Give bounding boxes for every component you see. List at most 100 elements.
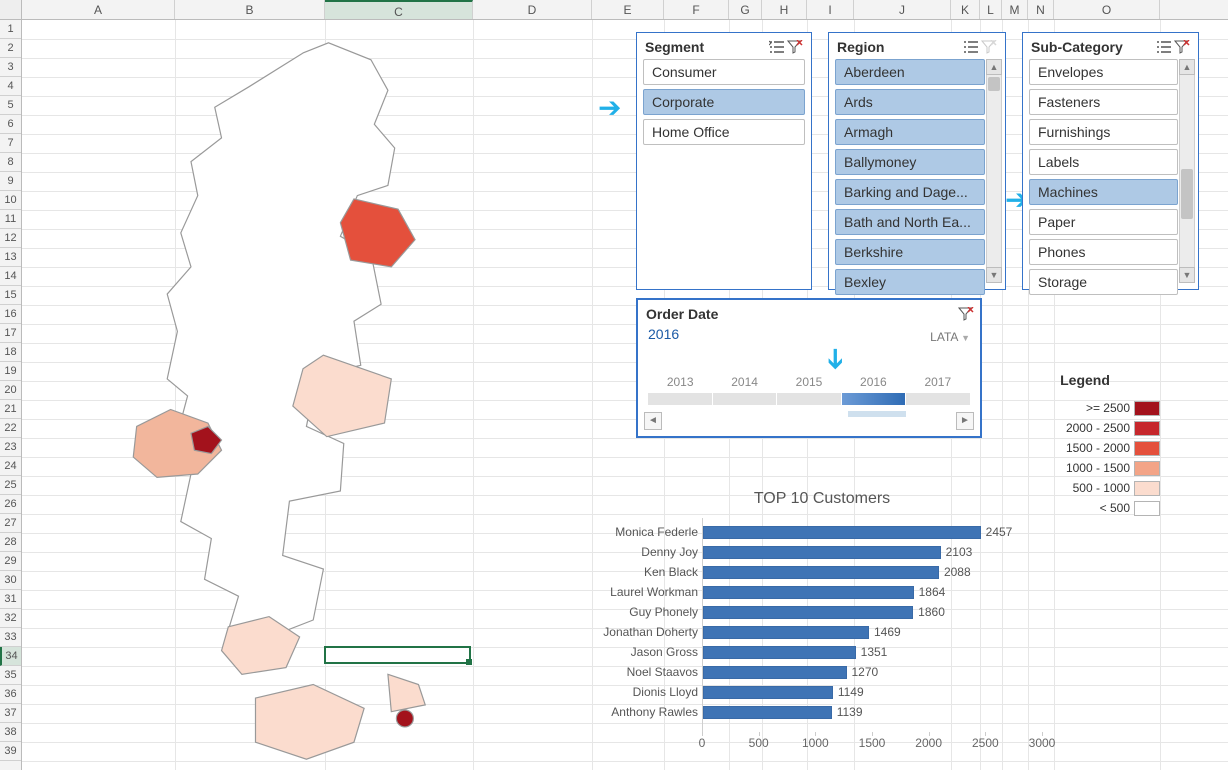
timeline-segment[interactable] <box>713 393 777 405</box>
scroll-down-button[interactable]: ▼ <box>986 267 1002 283</box>
row-header-5[interactable]: 5 <box>0 96 21 115</box>
row-header-22[interactable]: 22 <box>0 419 21 438</box>
row-header-30[interactable]: 30 <box>0 571 21 590</box>
slicer-segment[interactable]: Segment ConsumerCorporateHome Office <box>636 32 812 290</box>
region-item[interactable]: Berkshire <box>835 239 985 265</box>
bar[interactable]: Denny Joy2103 <box>703 546 941 559</box>
row-header-20[interactable]: 20 <box>0 381 21 400</box>
segment-item[interactable]: Corporate <box>643 89 805 115</box>
clear-filter-icon[interactable] <box>1174 40 1192 54</box>
subcategory-item[interactable]: Furnishings <box>1029 119 1178 145</box>
bar[interactable]: Jonathan Doherty1469 <box>703 626 869 639</box>
clear-filter-icon[interactable] <box>981 40 999 54</box>
region-item[interactable]: Bexley <box>835 269 985 295</box>
timeline-segment[interactable] <box>777 393 841 405</box>
subcategory-item[interactable]: Phones <box>1029 239 1178 265</box>
subcategory-item[interactable]: Storage <box>1029 269 1178 295</box>
row-header-13[interactable]: 13 <box>0 248 21 267</box>
segment-item[interactable]: Consumer <box>643 59 805 85</box>
row-header-1[interactable]: 1 <box>0 20 21 39</box>
col-header-O[interactable]: O <box>1054 0 1160 19</box>
row-header-37[interactable]: 37 <box>0 704 21 723</box>
select-all-corner[interactable] <box>0 0 22 19</box>
col-header-N[interactable]: N <box>1028 0 1054 19</box>
row-header-35[interactable]: 35 <box>0 666 21 685</box>
row-header-2[interactable]: 2 <box>0 39 21 58</box>
row-header-21[interactable]: 21 <box>0 400 21 419</box>
bar[interactable]: Anthony Rawles1139 <box>703 706 832 719</box>
row-header-27[interactable]: 27 <box>0 514 21 533</box>
scrollbar[interactable]: ▲ ▼ <box>986 59 1002 283</box>
multiselect-icon[interactable] <box>769 40 787 54</box>
row-header-7[interactable]: 7 <box>0 134 21 153</box>
col-header-D[interactable]: D <box>473 0 592 19</box>
region-item[interactable]: Armagh <box>835 119 985 145</box>
top-customers-chart[interactable]: TOP 10 Customers Monica Federle2457Denny… <box>582 490 1062 754</box>
scrollbar[interactable]: ▲ ▼ <box>1179 59 1195 283</box>
row-header-39[interactable]: 39 <box>0 742 21 761</box>
row-header-33[interactable]: 33 <box>0 628 21 647</box>
subcategory-item[interactable]: Machines <box>1029 179 1178 205</box>
subcategory-item[interactable]: Fasteners <box>1029 89 1178 115</box>
row-header-10[interactable]: 10 <box>0 191 21 210</box>
col-header-H[interactable]: H <box>762 0 807 19</box>
row-header-3[interactable]: 3 <box>0 58 21 77</box>
scroll-up-button[interactable]: ▲ <box>1179 59 1195 75</box>
col-header-B[interactable]: B <box>175 0 325 19</box>
timeline-segment[interactable] <box>842 393 906 405</box>
timeline-segment[interactable] <box>648 393 712 405</box>
uk-choropleth-map[interactable] <box>40 36 600 766</box>
row-header-24[interactable]: 24 <box>0 457 21 476</box>
bar[interactable]: Laurel Workman1864 <box>703 586 914 599</box>
subcategory-item[interactable]: Labels <box>1029 149 1178 175</box>
multiselect-icon[interactable] <box>963 40 981 54</box>
col-header-E[interactable]: E <box>592 0 664 19</box>
region-item[interactable]: Aberdeen <box>835 59 985 85</box>
scroll-down-button[interactable]: ▼ <box>1179 267 1195 283</box>
row-header-29[interactable]: 29 <box>0 552 21 571</box>
row-header-11[interactable]: 11 <box>0 210 21 229</box>
timeline-prev-button[interactable]: ◄ <box>644 412 662 430</box>
row-header-23[interactable]: 23 <box>0 438 21 457</box>
subcategory-item[interactable]: Paper <box>1029 209 1178 235</box>
row-header-14[interactable]: 14 <box>0 267 21 286</box>
row-header-36[interactable]: 36 <box>0 685 21 704</box>
slicer-region[interactable]: Region AberdeenArdsArmaghBallymoneyBarki… <box>828 32 1006 290</box>
timeline-order-date[interactable]: Order Date 2016 LATA ▼ 20132014201520162… <box>636 298 982 438</box>
col-header-J[interactable]: J <box>854 0 951 19</box>
row-header-15[interactable]: 15 <box>0 286 21 305</box>
col-header-M[interactable]: M <box>1002 0 1028 19</box>
row-header-9[interactable]: 9 <box>0 172 21 191</box>
bar[interactable]: Noel Staavos1270 <box>703 666 847 679</box>
region-item[interactable]: Ballymoney <box>835 149 985 175</box>
col-header-F[interactable]: F <box>664 0 729 19</box>
bar[interactable]: Jason Gross1351 <box>703 646 856 659</box>
clear-filter-icon[interactable] <box>958 307 974 321</box>
row-header-31[interactable]: 31 <box>0 590 21 609</box>
region-item[interactable]: Ards <box>835 89 985 115</box>
region-item[interactable]: Bath and North Ea... <box>835 209 985 235</box>
timeline-segment[interactable] <box>906 393 970 405</box>
col-header-K[interactable]: K <box>951 0 980 19</box>
row-header-26[interactable]: 26 <box>0 495 21 514</box>
bar[interactable]: Guy Phonely1860 <box>703 606 913 619</box>
col-header-C[interactable]: C <box>325 0 473 19</box>
row-header-28[interactable]: 28 <box>0 533 21 552</box>
row-header-34[interactable]: 34 <box>0 647 21 666</box>
row-header-4[interactable]: 4 <box>0 77 21 96</box>
row-header-25[interactable]: 25 <box>0 476 21 495</box>
row-header-19[interactable]: 19 <box>0 362 21 381</box>
row-header-16[interactable]: 16 <box>0 305 21 324</box>
bar[interactable]: Monica Federle2457 <box>703 526 981 539</box>
timeline-next-button[interactable]: ► <box>956 412 974 430</box>
col-header-A[interactable]: A <box>22 0 175 19</box>
multiselect-icon[interactable] <box>1156 40 1174 54</box>
scroll-up-button[interactable]: ▲ <box>986 59 1002 75</box>
scroll-thumb[interactable] <box>988 77 1000 91</box>
col-header-L[interactable]: L <box>980 0 1002 19</box>
scroll-thumb[interactable] <box>1181 169 1193 219</box>
row-header-12[interactable]: 12 <box>0 229 21 248</box>
segment-item[interactable]: Home Office <box>643 119 805 145</box>
region-item[interactable]: Barking and Dage... <box>835 179 985 205</box>
row-header-17[interactable]: 17 <box>0 324 21 343</box>
